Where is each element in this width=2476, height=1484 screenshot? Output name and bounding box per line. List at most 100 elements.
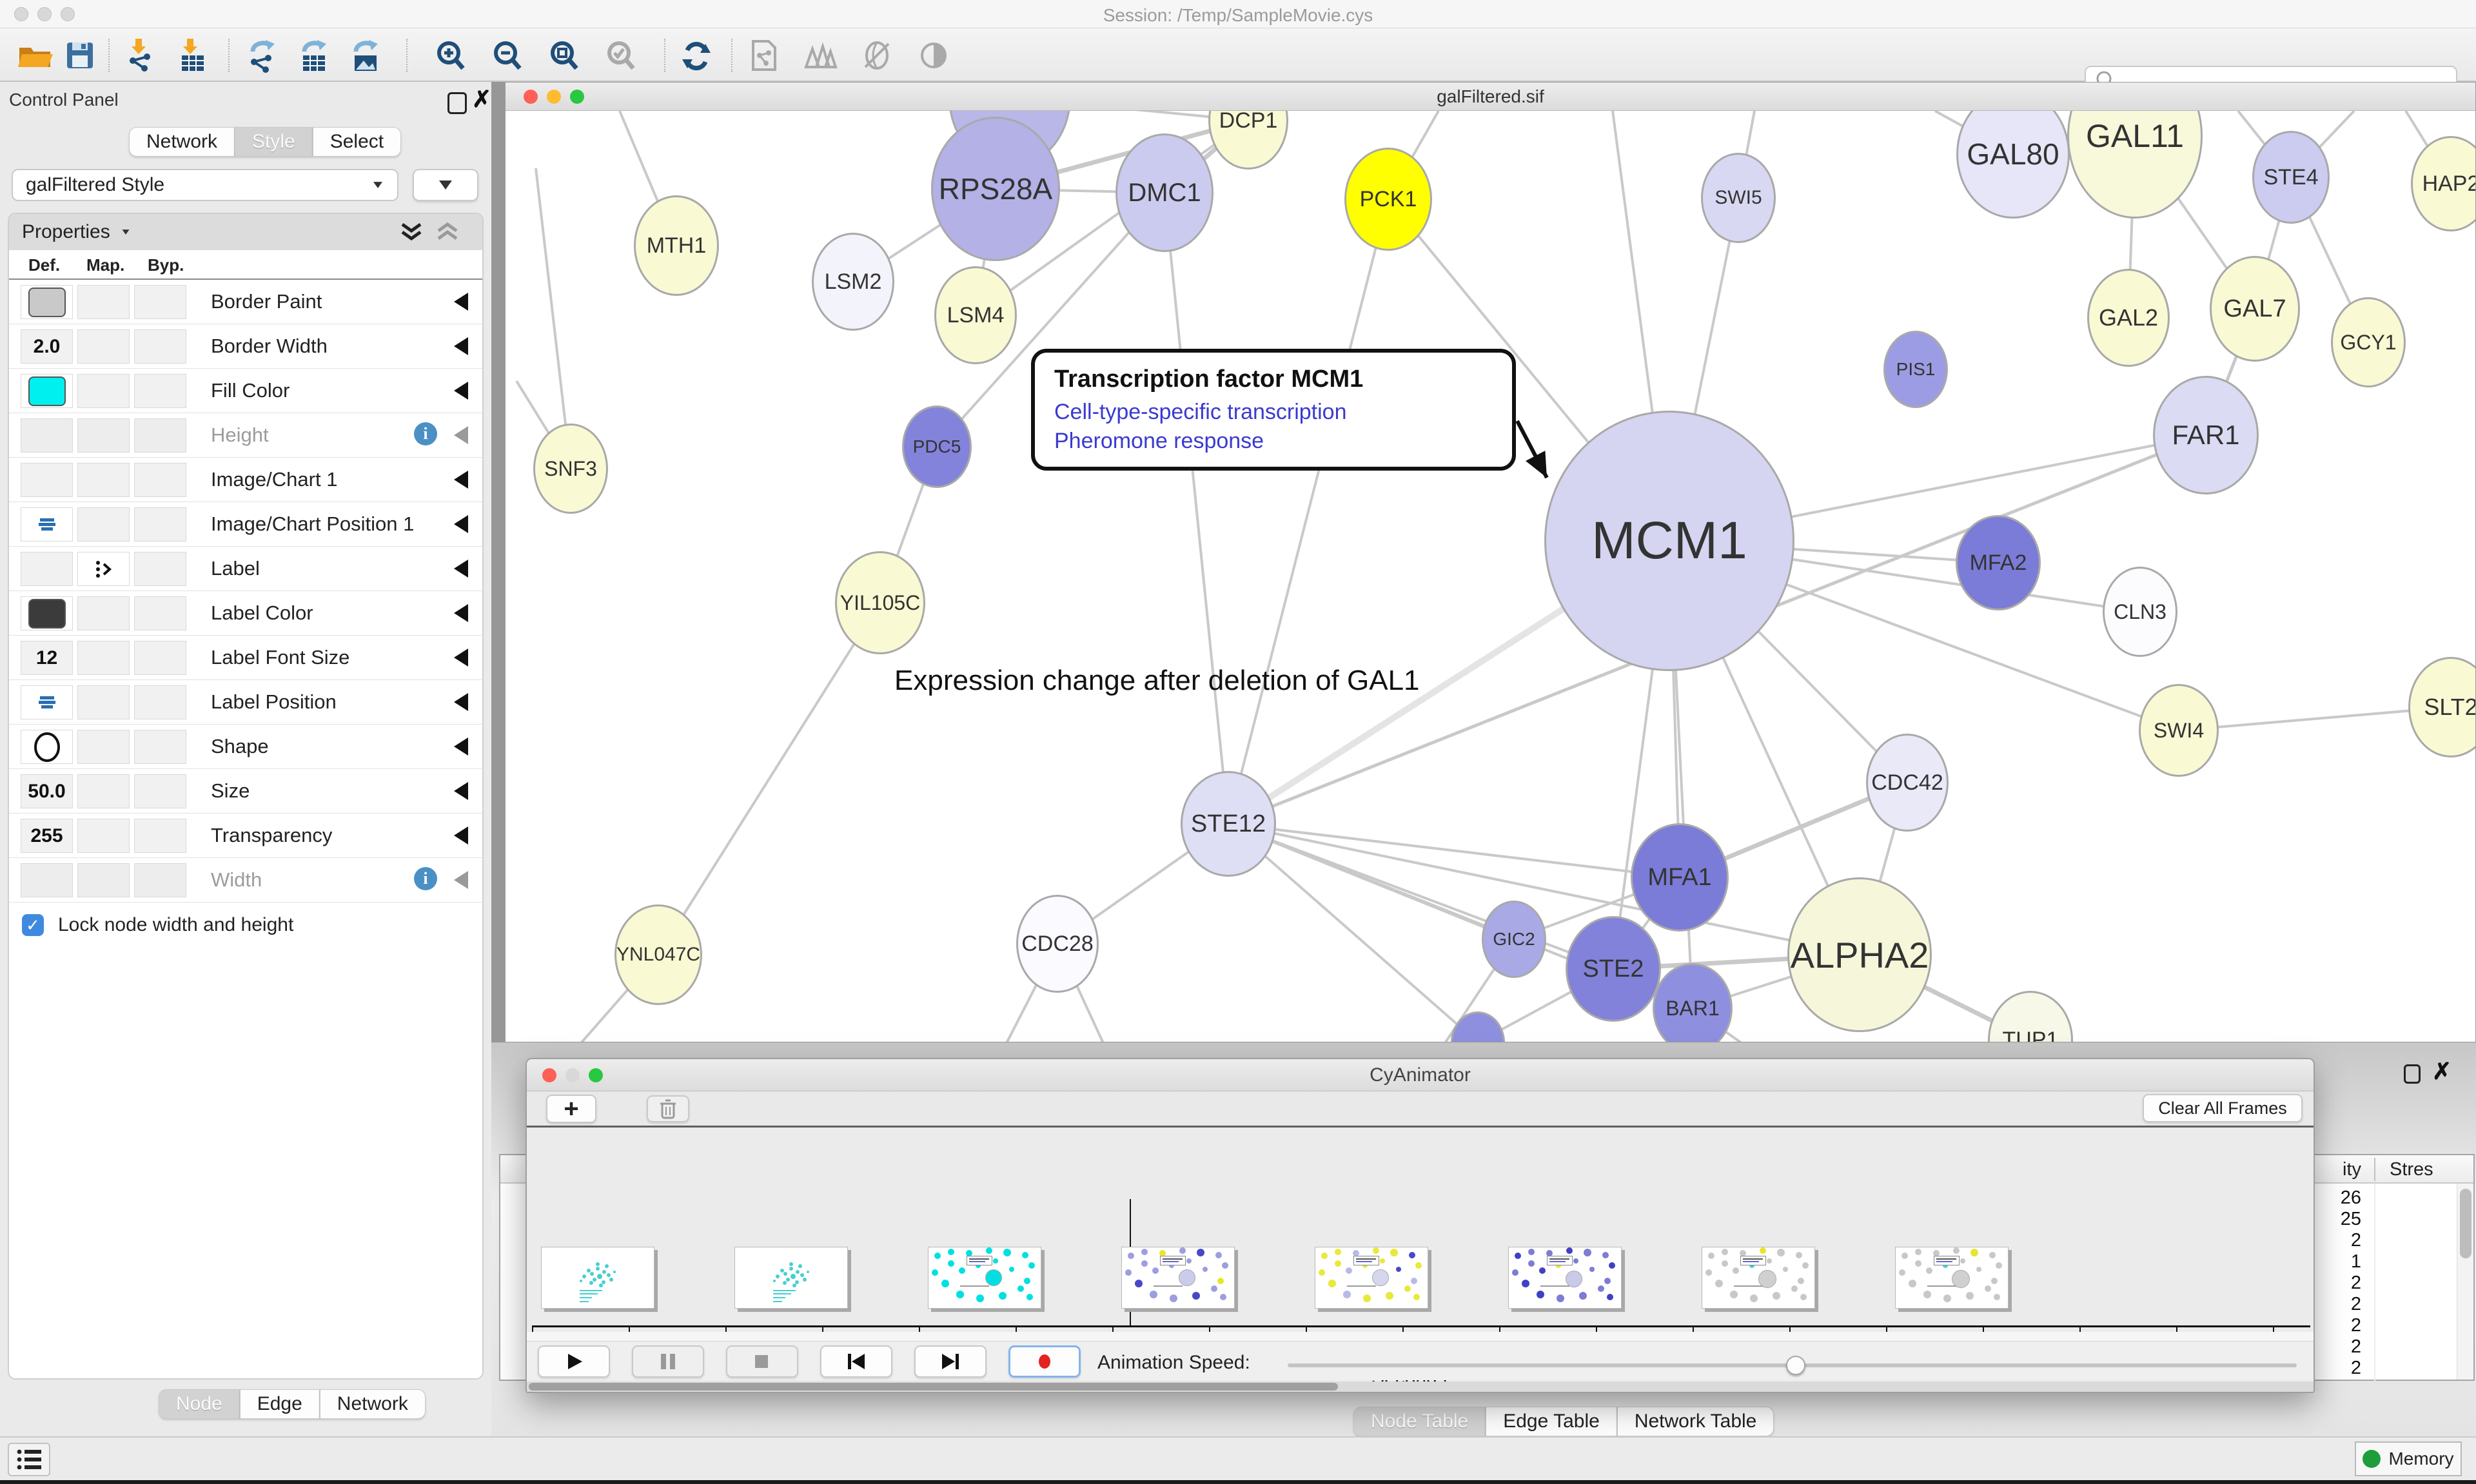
- label-font-size-map-cell[interactable]: [77, 641, 130, 675]
- expand-property-icon[interactable]: [454, 382, 468, 400]
- annotation-link[interactable]: Pheromone response: [1054, 429, 1493, 454]
- tab-edge[interactable]: Edge: [240, 1389, 320, 1419]
- network-caption[interactable]: Expression change after deletion of GAL1: [894, 665, 1420, 697]
- tab-network[interactable]: Network: [129, 127, 235, 157]
- label-position-byp-cell[interactable]: [134, 685, 186, 719]
- first-frame-button[interactable]: [820, 1345, 892, 1378]
- size-def-cell[interactable]: 50.0: [21, 774, 73, 808]
- info-icon[interactable]: i: [414, 867, 437, 890]
- tab-select[interactable]: Select: [313, 127, 401, 157]
- border-paint-map-cell[interactable]: [77, 285, 130, 319]
- animation-speed-thumb[interactable]: [1786, 1356, 1805, 1375]
- node-cdc28[interactable]: CDC28: [1016, 895, 1099, 993]
- node-far1[interactable]: FAR1: [2153, 376, 2259, 494]
- label-color-byp-cell[interactable]: [134, 596, 186, 630]
- close-panel-icon[interactable]: ✗: [2432, 1060, 2451, 1082]
- width-byp-cell[interactable]: [134, 863, 186, 897]
- timeline-scrollbar-thumb[interactable]: [529, 1383, 1338, 1391]
- import-table-icon[interactable]: [172, 36, 213, 75]
- node-tup1[interactable]: TUP1: [1988, 991, 2073, 1042]
- node-pdc5[interactable]: PDC5: [902, 405, 972, 488]
- image-chart-position-1-byp-cell[interactable]: [134, 507, 186, 542]
- height-def-cell[interactable]: [21, 418, 73, 453]
- expand-property-icon[interactable]: [454, 337, 468, 355]
- transparency-byp-cell[interactable]: [134, 819, 186, 853]
- zoom-fit-icon[interactable]: [544, 36, 585, 75]
- node-snf3[interactable]: SNF3: [533, 424, 608, 514]
- float-panel-icon[interactable]: [2404, 1064, 2421, 1084]
- node-dmc1[interactable]: DMC1: [1115, 133, 1213, 252]
- tab-network[interactable]: Network: [320, 1389, 426, 1419]
- expand-property-icon[interactable]: [454, 693, 468, 711]
- label-position-map-cell[interactable]: [77, 685, 130, 719]
- birdseye-icon[interactable]: [800, 36, 841, 75]
- node-rps28a[interactable]: RPS28A: [931, 117, 1060, 261]
- expand-property-icon[interactable]: [454, 826, 468, 845]
- add-frame-button[interactable]: +: [546, 1095, 596, 1123]
- last-frame-button[interactable]: [914, 1345, 987, 1378]
- annotation-box[interactable]: Transcription factor MCM1 Cell-type-spec…: [1031, 349, 1516, 471]
- info-icon[interactable]: i: [414, 422, 437, 445]
- column-divider[interactable]: [2374, 1158, 2375, 1181]
- label-font-size-def-cell[interactable]: 12: [21, 641, 73, 675]
- node-bar1[interactable]: BAR1: [1653, 963, 1733, 1042]
- node-cln3[interactable]: CLN3: [2103, 567, 2177, 657]
- border-width-byp-cell[interactable]: [134, 329, 186, 364]
- node-yil105c[interactable]: YIL105C: [835, 551, 925, 654]
- node-swi5[interactable]: SWI5: [1701, 153, 1776, 243]
- image-chart-1-map-cell[interactable]: [77, 463, 130, 497]
- cyanimator-titlebar[interactable]: CyAnimator: [527, 1059, 2314, 1091]
- fill-color-byp-cell[interactable]: [134, 374, 186, 408]
- node-slt2[interactable]: SLT2: [2408, 657, 2475, 757]
- node-gic2[interactable]: GIC2: [1482, 901, 1546, 978]
- node-ste2[interactable]: STE2: [1566, 916, 1661, 1022]
- expand-property-icon[interactable]: [454, 649, 468, 667]
- properties-header[interactable]: Properties: [9, 214, 482, 250]
- table-scrollbar[interactable]: [2457, 1184, 2473, 1380]
- refresh-icon[interactable]: [676, 36, 717, 75]
- border-paint-byp-cell[interactable]: [134, 285, 186, 319]
- save-session-icon[interactable]: [59, 36, 101, 75]
- expand-property-icon[interactable]: [454, 471, 468, 489]
- expand-property-icon[interactable]: [454, 737, 468, 756]
- export-image-icon[interactable]: [344, 36, 386, 75]
- node-dcp1[interactable]: DCP1: [1208, 111, 1288, 170]
- node-gcy1[interactable]: GCY1: [2331, 297, 2406, 387]
- node-mth1[interactable]: MTH1: [634, 195, 719, 296]
- border-width-map-cell[interactable]: [77, 329, 130, 364]
- node-ste12[interactable]: STE12: [1181, 771, 1276, 877]
- shape-def-cell[interactable]: [21, 730, 73, 764]
- height-byp-cell[interactable]: [134, 418, 186, 453]
- node-pck1[interactable]: PCK1: [1344, 148, 1432, 251]
- node-pis1[interactable]: PIS1: [1883, 331, 1948, 408]
- export-table-icon[interactable]: [293, 36, 334, 75]
- tab-edge-table[interactable]: Edge Table: [1486, 1407, 1617, 1436]
- export-network-icon[interactable]: [241, 36, 282, 75]
- image-chart-1-def-cell[interactable]: [21, 463, 73, 497]
- table-scrollbar-thumb[interactable]: [2460, 1189, 2471, 1258]
- node-cdc42[interactable]: CDC42: [1866, 734, 1949, 832]
- label-position-def-cell[interactable]: [21, 685, 73, 719]
- float-panel-icon[interactable]: [447, 92, 467, 114]
- node-ste4[interactable]: STE4: [2252, 131, 2330, 224]
- transparency-def-cell[interactable]: 255: [21, 819, 73, 853]
- hide-details-icon[interactable]: [856, 36, 898, 75]
- style-select[interactable]: galFiltered Style: [12, 169, 398, 201]
- tab-network-table[interactable]: Network Table: [1617, 1407, 1774, 1436]
- fill-color-map-cell[interactable]: [77, 374, 130, 408]
- pause-button[interactable]: [632, 1345, 704, 1378]
- open-session-icon[interactable]: [14, 36, 55, 75]
- expand-property-icon[interactable]: [454, 782, 468, 800]
- style-options-button[interactable]: [413, 169, 478, 201]
- node-lsm2[interactable]: LSM2: [812, 233, 894, 331]
- clear-all-frames-button[interactable]: Clear All Frames: [2143, 1094, 2303, 1122]
- zoom-selected-icon[interactable]: [601, 36, 642, 75]
- border-width-def-cell[interactable]: 2.0: [21, 329, 73, 364]
- node-lsm4[interactable]: LSM4: [934, 266, 1017, 364]
- zoom-out-icon[interactable]: [487, 36, 529, 75]
- image-chart-1-byp-cell[interactable]: [134, 463, 186, 497]
- label-font-size-byp-cell[interactable]: [134, 641, 186, 675]
- size-byp-cell[interactable]: [134, 774, 186, 808]
- node-gal11[interactable]: GAL11: [2067, 111, 2203, 219]
- image-chart-position-1-map-cell[interactable]: [77, 507, 130, 542]
